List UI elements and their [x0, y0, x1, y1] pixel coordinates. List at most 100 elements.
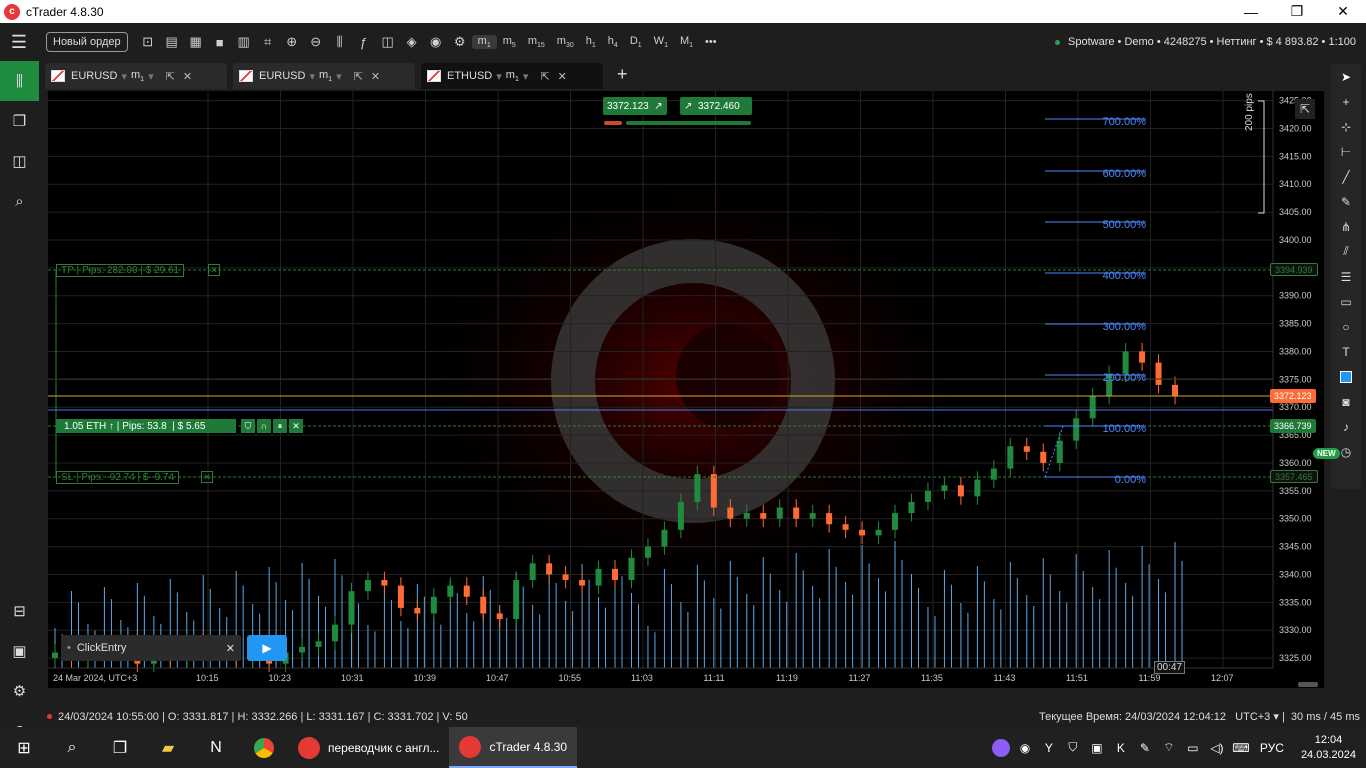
dropdown-icon[interactable]: ▾ [121, 70, 127, 83]
wifi-icon[interactable]: ⌔ [1157, 740, 1181, 755]
shield-icon[interactable]: ⛉ [241, 419, 255, 433]
cursor-icon[interactable]: ➤ [1331, 64, 1361, 89]
drag-handle-icon[interactable]: • [67, 642, 71, 654]
sell-quote-button[interactable]: 3372.123 ↗ [603, 97, 667, 115]
timeframe-h4[interactable]: h4 [602, 35, 624, 49]
cashier-icon[interactable]: ⊟ [0, 591, 39, 631]
layers-icon[interactable]: ◈ [400, 30, 424, 54]
color-icon[interactable] [1331, 364, 1361, 389]
detach-icon[interactable]: ⇱ [540, 70, 549, 83]
analyze-icon[interactable]: ⌕ [0, 181, 39, 221]
fibonacci-icon[interactable]: ☰ [1331, 264, 1361, 289]
notion-icon[interactable]: N [192, 727, 240, 768]
trade-icon[interactable]: ⫼ [0, 61, 39, 101]
k-tray-icon[interactable]: K [1109, 741, 1133, 755]
yandex-tray-icon[interactable]: Y [1037, 741, 1061, 755]
automate-icon[interactable]: ◫ [0, 141, 39, 181]
paint-tray-icon[interactable]: ✎ [1133, 741, 1157, 755]
trendline-icon[interactable]: ╱ [1331, 164, 1361, 189]
timeframe-m30[interactable]: m30 [551, 35, 580, 49]
detach-icon[interactable]: ⇱ [166, 70, 175, 83]
settings-icon[interactable]: ⚙ [0, 671, 39, 711]
wallet-icon[interactable]: ▣ [0, 631, 39, 671]
play-button[interactable]: ▶ [247, 635, 287, 661]
tab-timeframe[interactable]: m1 [506, 69, 519, 83]
close-tab-icon[interactable]: ✕ [183, 70, 192, 83]
alert-icon[interactable]: ♪ [1331, 414, 1361, 439]
timeframe-m15[interactable]: m15 [522, 35, 551, 49]
restore-button[interactable]: ❐ [1274, 0, 1320, 23]
timeframe-mn1[interactable]: M1 [674, 35, 699, 49]
position-label[interactable]: 1.05 ETH ↑ | Pips: 53.8 | $ 5.65 [56, 419, 236, 433]
chart-mode-icon[interactable]: ⊡ [136, 30, 160, 54]
eye-icon[interactable]: ◉ [424, 30, 448, 54]
detach-icon[interactable]: ⇱ [354, 70, 363, 83]
task-view-icon[interactable]: ❐ [96, 727, 144, 768]
channel-icon[interactable]: ⫽ [1331, 239, 1361, 264]
sl-label[interactable]: SL | Pips: -92.74 | $ -9.74 [56, 471, 180, 484]
price-chart[interactable]: 700.00% 600.00% 500.00% 400.00% 300.00% 200.0… [48, 91, 1324, 688]
timeframe-h1[interactable]: h1 [580, 35, 602, 49]
detach-chart-icon[interactable]: ⇱ [1295, 99, 1315, 119]
timeframe-d1[interactable]: D1 [624, 35, 648, 49]
new-order-button[interactable]: Новый ордер [46, 32, 128, 52]
close-tab-icon[interactable]: ✕ [558, 70, 567, 83]
dropdown-icon[interactable]: ▾ [523, 70, 529, 83]
tab-ethusd[interactable]: ETHUSD ▾ m1 ▾ ⇱ ✕ [421, 63, 603, 89]
timezone[interactable]: UTC+3 [1235, 711, 1270, 723]
timeframe-m1[interactable]: m1 [471, 34, 497, 50]
alice-icon[interactable] [989, 738, 1013, 757]
sl-close-icon[interactable]: ✕ [201, 471, 213, 483]
taskbar-yandex-browser[interactable]: переводчик с англ... [288, 727, 449, 768]
add-tab-icon[interactable]: + [617, 64, 628, 85]
app-tray-icon[interactable]: ▣ [1085, 741, 1109, 755]
bot-icon[interactable]: ◫ [376, 30, 400, 54]
tab-timeframe[interactable]: m1 [319, 69, 332, 83]
text-icon[interactable]: T [1331, 339, 1361, 364]
explorer-icon[interactable]: ▰ [144, 727, 192, 768]
search-icon[interactable]: ⌕ [48, 727, 96, 768]
ruler-icon[interactable]: ⊢ [1331, 139, 1361, 164]
security-icon[interactable]: ⛉ [1061, 740, 1085, 755]
menu-icon[interactable]: ☰ [0, 23, 38, 61]
chrome-icon[interactable] [240, 727, 288, 768]
tab-eurusd-1[interactable]: EURUSD ▾ m1 ▾ ⇱ ✕ [45, 63, 227, 89]
reverse-icon[interactable]: ∩ [257, 419, 271, 433]
dropdown-icon[interactable]: ▾ [336, 70, 342, 83]
close-button[interactable]: ✕ [1320, 0, 1366, 23]
timeframe-m5[interactable]: m5 [497, 35, 522, 49]
camera-icon[interactable]: ◙ [1331, 389, 1361, 414]
crosshair-plus-icon[interactable]: ⊹ [1331, 114, 1361, 139]
settings-chart-icon[interactable]: ⚙ [448, 30, 472, 54]
copy-icon[interactable]: ❐ [0, 101, 39, 141]
more-timeframes-button[interactable]: ••• [699, 36, 723, 48]
pitchfork-icon[interactable]: ⋔ [1331, 214, 1361, 239]
timeframe-w1[interactable]: W1 [648, 35, 674, 49]
clickentry-close-icon[interactable]: ✕ [226, 642, 235, 655]
buy-quote-button[interactable]: ↗ 3372.460 [680, 97, 752, 115]
split-layout-icon[interactable]: ▥ [232, 30, 256, 54]
zoom-in-icon[interactable]: ⊕ [280, 30, 304, 54]
close-tab-icon[interactable]: ✕ [371, 70, 380, 83]
account-info[interactable]: Spotware • Demo • 4248275 • Неттинг • $ … [1055, 23, 1356, 61]
dropdown-icon[interactable]: ▾ [496, 70, 502, 83]
zoom-out-icon[interactable]: ⊖ [304, 30, 328, 54]
taskbar-ctrader[interactable]: cTrader 4.8.30 [449, 727, 578, 768]
tp-close-icon[interactable]: ✕ [208, 264, 220, 276]
dropdown-icon[interactable]: ▾ [148, 70, 154, 83]
start-icon[interactable]: ⊞ [0, 727, 48, 768]
brush-icon[interactable]: ✎ [1331, 189, 1361, 214]
clickentry-panel[interactable]: • ClickEntry ✕ [61, 635, 241, 661]
dropdown-icon[interactable]: ▾ [309, 70, 315, 83]
layout-icon[interactable]: ▤ [160, 30, 184, 54]
rectangle-icon[interactable]: ▭ [1331, 289, 1361, 314]
tab-eurusd-2[interactable]: EURUSD ▾ m1 ▾ ⇱ ✕ [233, 63, 415, 89]
keyboard-icon[interactable]: ⌨ [1229, 741, 1253, 755]
grid-layout-icon[interactable]: ▦ [184, 30, 208, 54]
language-indicator[interactable]: РУС [1253, 741, 1291, 755]
single-layout-icon[interactable]: ■ [208, 30, 232, 54]
system-clock[interactable]: 12:04 24.03.2024 [1291, 733, 1366, 763]
chrome-tray-icon[interactable]: ◉ [1013, 741, 1037, 755]
circle-icon[interactable]: ○ [1331, 314, 1361, 339]
crosshair-icon[interactable]: + [1331, 89, 1361, 114]
